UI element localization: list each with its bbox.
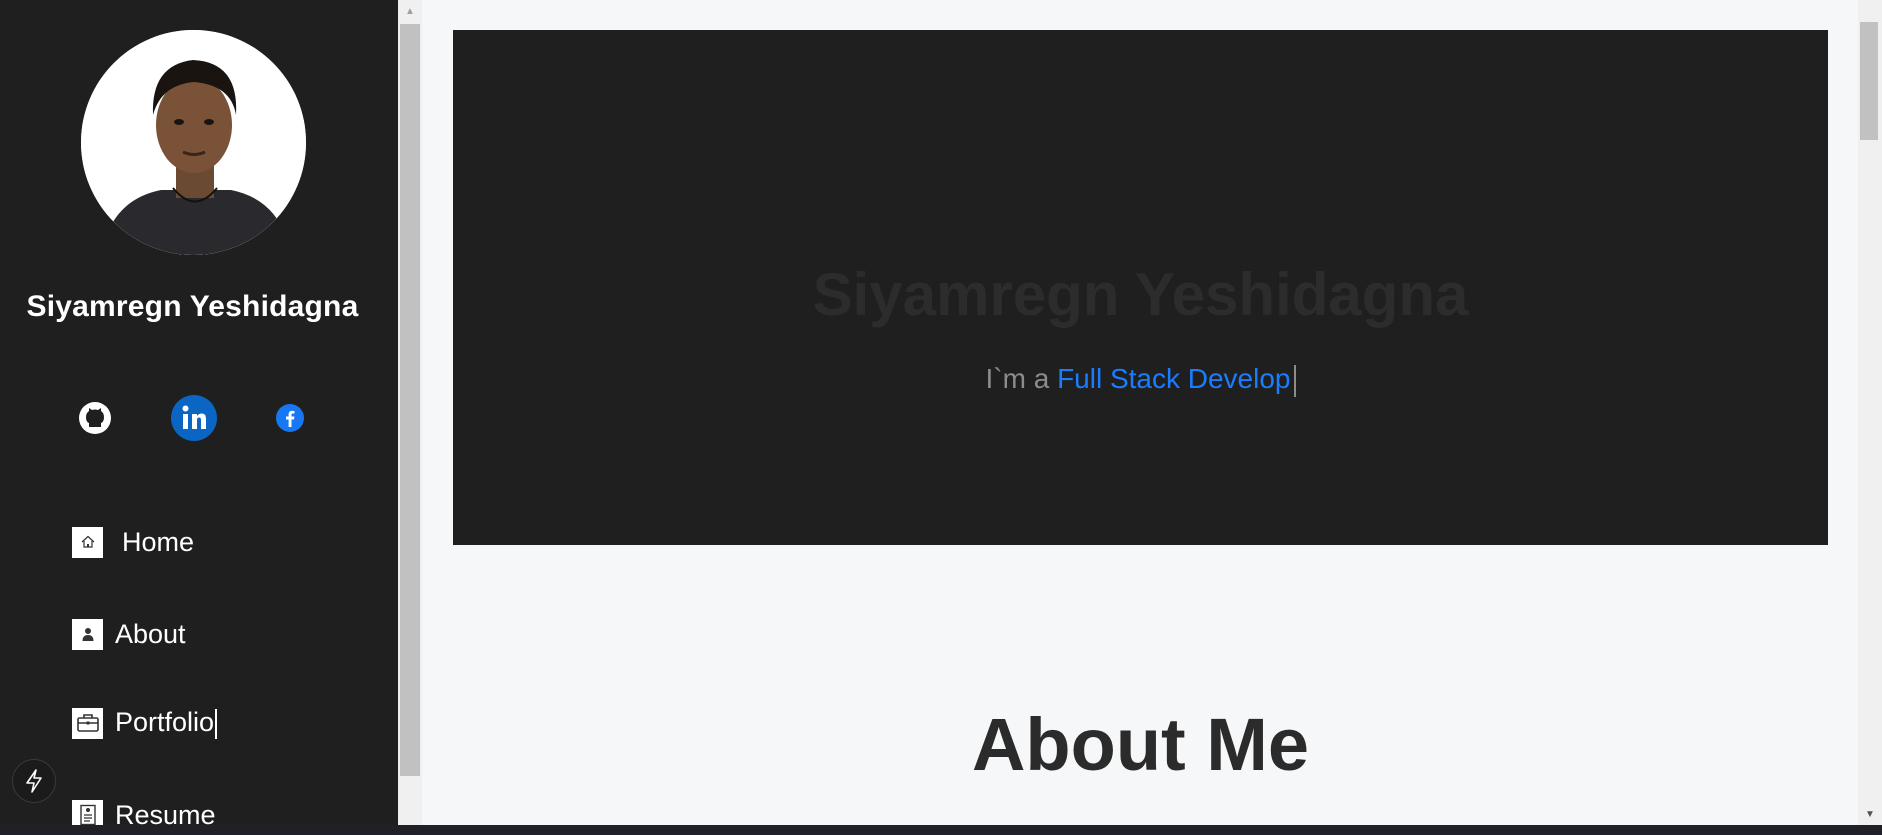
text-cursor [215, 708, 218, 739]
avatar [81, 30, 306, 255]
sidebar-scroll-thumb[interactable] [400, 24, 420, 776]
linkedin-link[interactable] [171, 395, 217, 441]
main-scroll-thumb[interactable] [1860, 22, 1878, 140]
typing-cursor [1293, 364, 1296, 397]
scroll-up-arrow-icon[interactable]: ▲ [398, 0, 422, 22]
nav-label-home: Home [122, 526, 195, 557]
linkedin-icon [171, 395, 217, 441]
sidebar-scrollbar[interactable]: ▲ [398, 0, 422, 825]
taskbar-strip [0, 825, 1882, 835]
home-icon [72, 526, 103, 558]
about-heading: About Me [971, 703, 1310, 786]
nav-item-portfolio[interactable]: Portfolio [72, 701, 218, 745]
nav-item-home[interactable]: Home [72, 520, 194, 564]
github-link[interactable] [72, 395, 118, 441]
tagline-role: Full Stack Develop [1057, 363, 1291, 394]
hero-name: Siyamregn Yeshidagna [812, 261, 1469, 328]
nav-item-about[interactable]: About [72, 612, 186, 656]
user-icon [72, 618, 103, 650]
briefcase-icon [72, 707, 103, 739]
hero-section: Siyamregn Yeshidagna I`m a Full Stack De… [453, 30, 1828, 545]
hero-tagline: I`m a Full Stack Develop [453, 360, 1828, 398]
nav-label-portfolio: Portfolio [115, 707, 218, 739]
tagline-prefix: I`m a [985, 363, 1058, 394]
lightning-icon [26, 769, 42, 793]
nav-label-resume: Resume [115, 799, 216, 826]
scroll-down-arrow-icon[interactable]: ▼ [1858, 803, 1882, 825]
facebook-link[interactable] [267, 395, 313, 441]
profile-name: Siyamregn Yeshidagna [26, 290, 359, 323]
main-scrollbar[interactable]: ▼ [1858, 0, 1882, 825]
github-icon [79, 402, 111, 434]
profile-photo [81, 30, 306, 255]
nav-item-resume[interactable]: Resume [72, 793, 216, 825]
facebook-icon [276, 404, 304, 432]
document-icon [72, 799, 103, 825]
sidebar: Siyamregn Yeshidagna Home About Portfoli… [0, 0, 398, 825]
nav-label-about: About [115, 618, 186, 649]
bolt-button[interactable] [12, 759, 56, 803]
